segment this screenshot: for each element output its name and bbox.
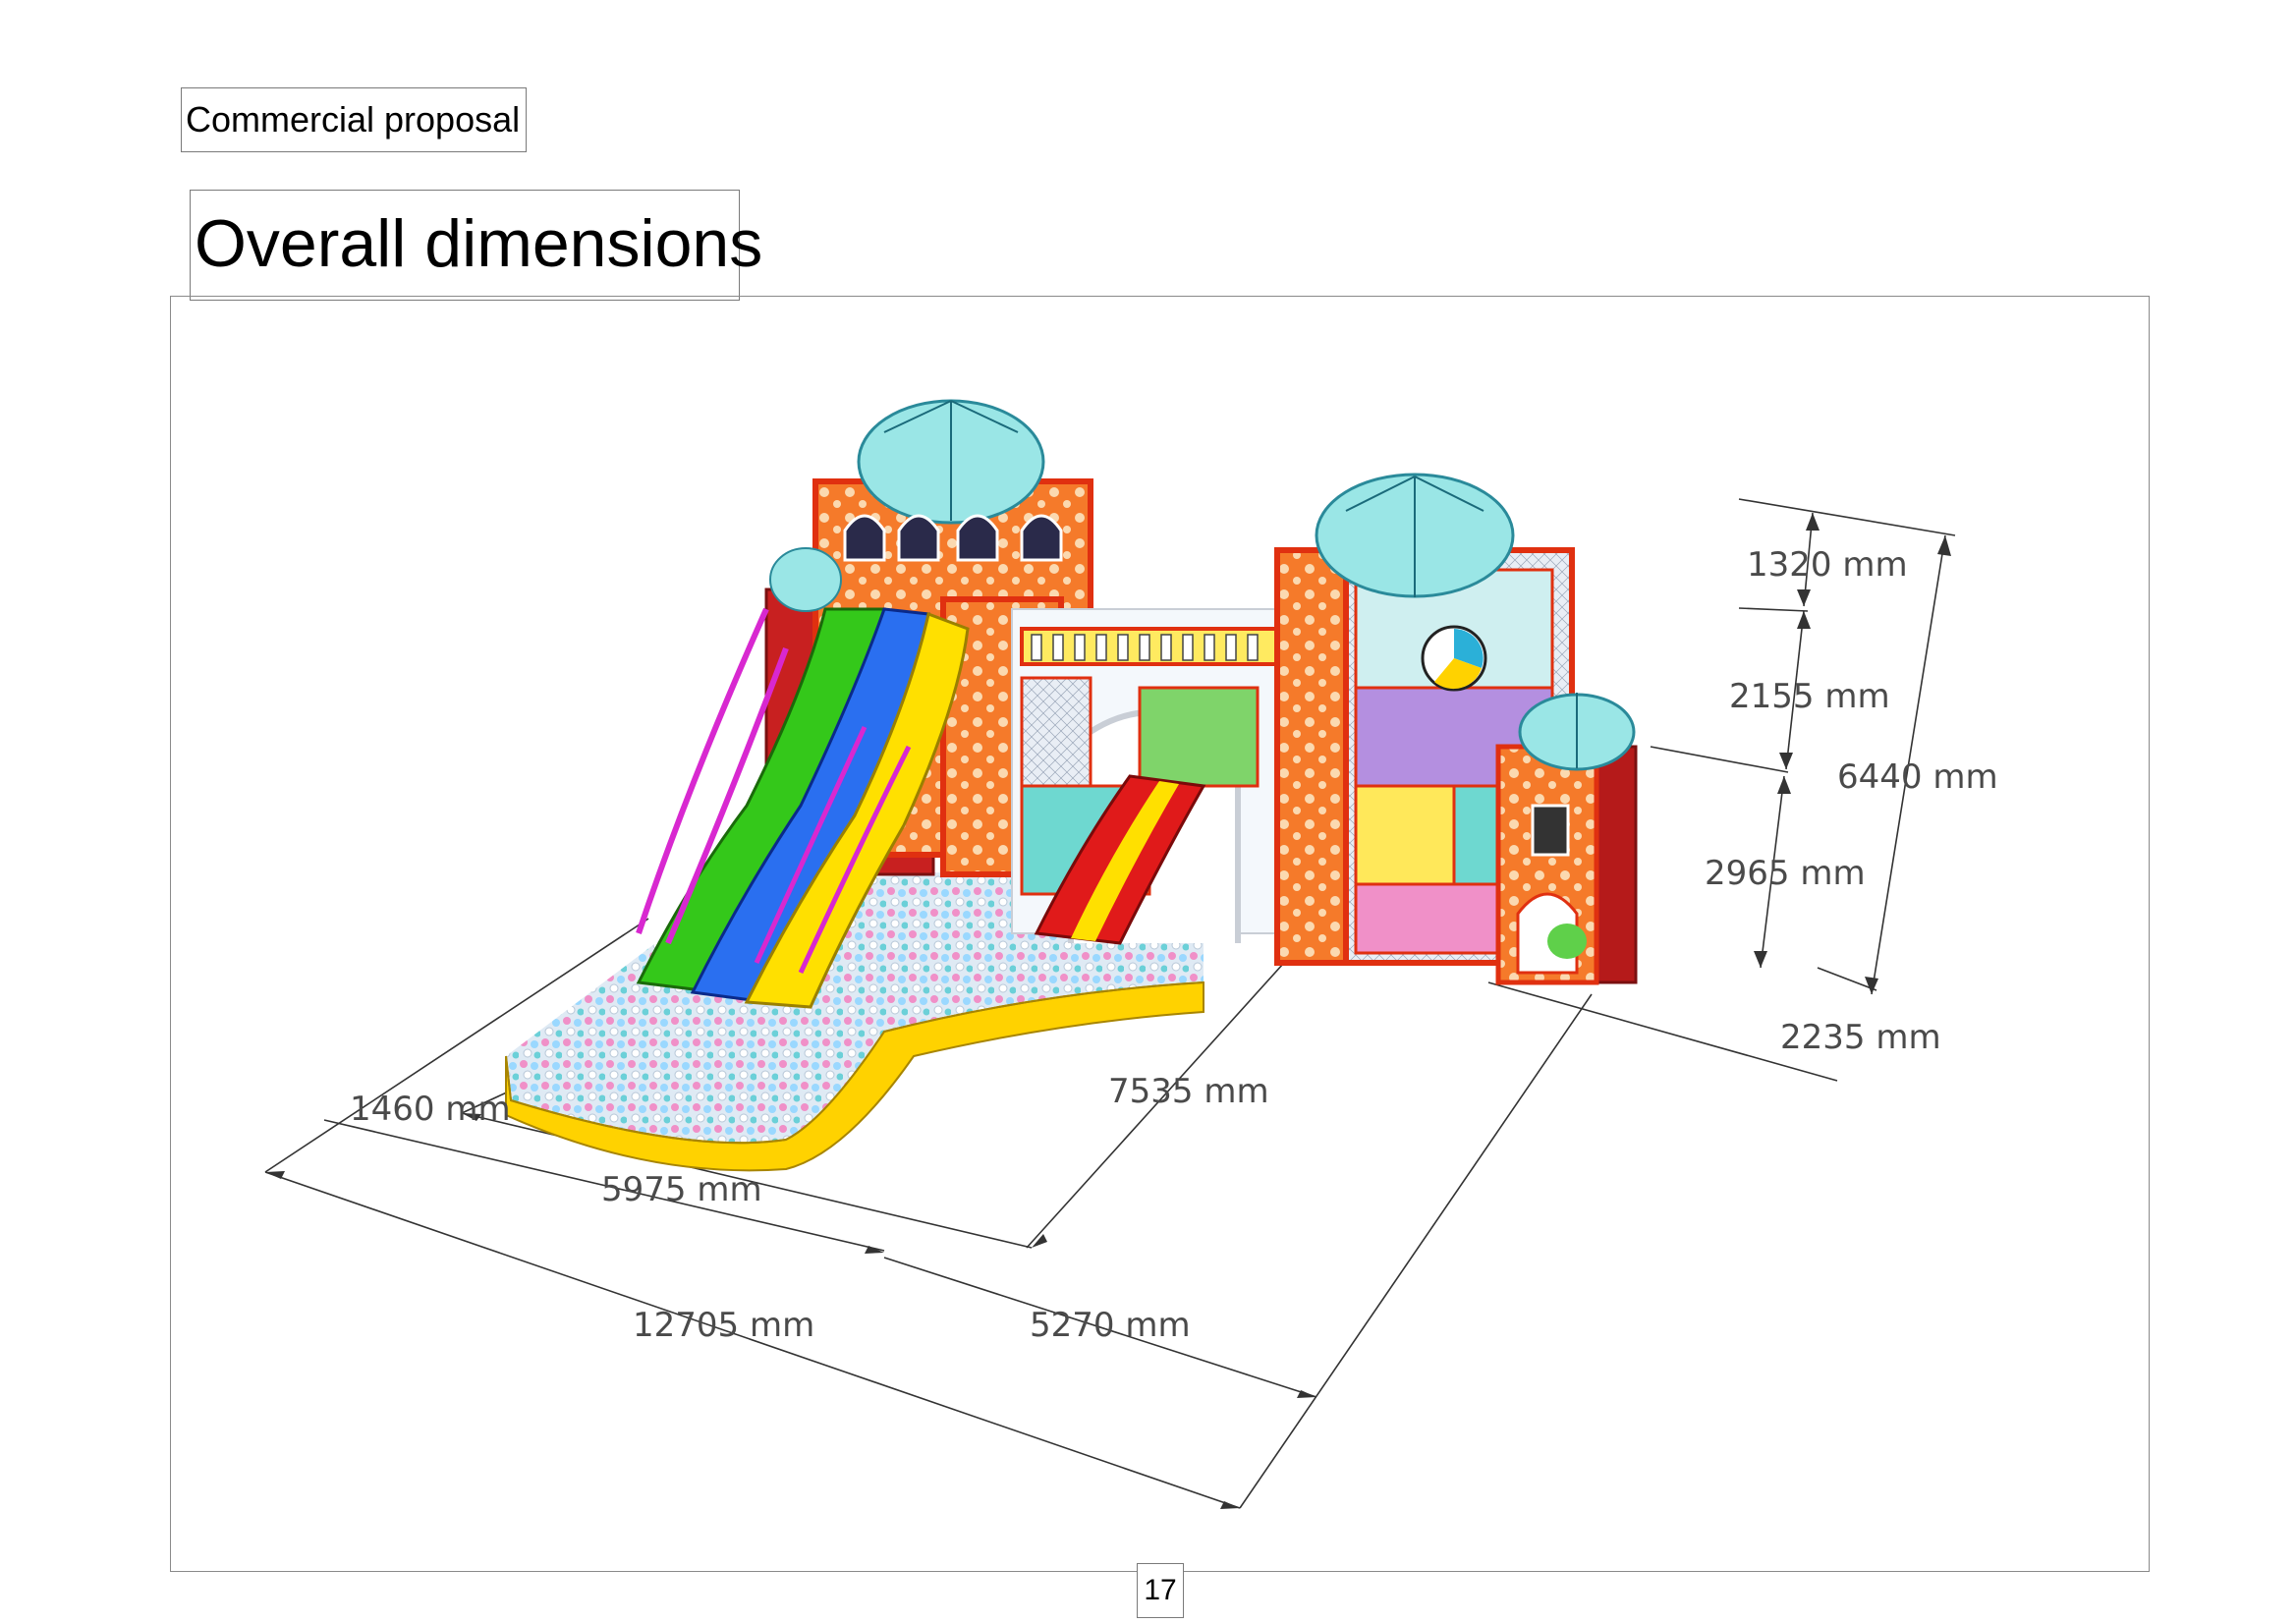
dimension-total-height: 6440 mm [1837,757,1998,797]
dimension-pool-edge: 1460 mm [350,1090,511,1129]
dimension-upper-level: 2155 mm [1729,677,1890,716]
dimension-top-dome: 1320 mm [1747,545,1908,585]
dimension-central-depth: 7535 mm [1108,1072,1269,1111]
right-tower [1274,473,1638,985]
dimension-right-section: 5270 mm [1030,1306,1191,1345]
central-section [1011,608,1288,943]
dimension-pool-width: 5975 mm [601,1170,762,1209]
playground-drawing: 1320 mm 2155 mm 6440 mm 2965 mm 2235 mm … [264,399,1998,1509]
dimension-total-length: 12705 mm [633,1306,814,1345]
dimension-side-depth: 2235 mm [1780,1018,1941,1057]
dimension-lower-level: 2965 mm [1705,854,1866,893]
